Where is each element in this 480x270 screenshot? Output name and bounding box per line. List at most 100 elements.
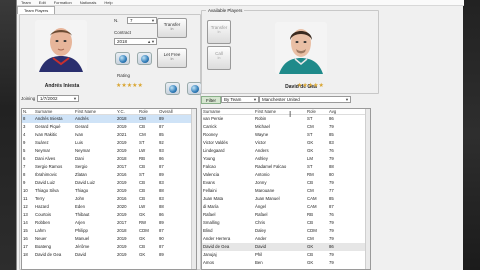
table-row[interactable]: 8 Andrés Iniesta Andrés 2018 CM 89 [22,115,196,123]
table-cell: CM [307,124,314,129]
filter-team-select[interactable]: Manchester United ▼ [259,96,351,103]
contract-select[interactable]: 2018 ▲▼ [114,38,157,45]
menu-edit[interactable]: Edit [39,0,46,5]
call-button-sub: In [217,56,221,60]
table-row[interactable]: Rafael Rafael RB 76 [202,211,370,219]
table-cell: 83 [159,180,164,185]
table-row[interactable]: Carrick Michael CM 79 [202,123,370,131]
left-action-button-1[interactable] [115,52,130,65]
table-row[interactable]: Blind Daley CDM 79 [202,227,370,235]
table-cell: CB [307,220,313,225]
table-cell: Ivan [75,132,84,137]
table-row[interactable]: Juan Mata Juan Manuel CAM 85 [202,195,370,203]
right-transfer-button[interactable]: Transfer In [207,20,231,44]
col-header-role[interactable]: Role [306,109,328,114]
table-cell: GK [307,140,314,145]
table-row[interactable]: 6 Dani Alves Dani 2018 RB 86 [22,155,196,163]
available-players-table[interactable]: Surname First Name Role Avg van Persie Ro… [201,108,371,270]
table-row[interactable]: Ander Herrera Ander CM 79 [202,235,370,243]
table-cell: Rafael [203,212,216,217]
col-header-role[interactable]: Role [138,109,158,114]
table-cell: Valencia [203,172,220,177]
table-cell: Robben [35,220,51,225]
table-row[interactable]: Valencia Antonio RM 80 [202,171,370,179]
table-row[interactable]: 10 Thiago Silva Thiago 2019 CB 88 [22,187,196,195]
col-header-surname[interactable]: Surname [34,109,74,114]
left-action-button-4[interactable] [187,82,202,95]
team-table-scrollbar[interactable] [191,109,196,269]
filter-label: Filter [201,96,221,104]
table-row[interactable]: 12 Hazard Eden 2020 LW 88 [22,203,196,211]
table-row[interactable]: Amos Ben GK 79 [202,259,370,267]
table-row[interactable]: 13 Courtois Thibaut 2019 GK 86 [22,211,196,219]
table-cell: 6 [23,156,26,161]
available-table-scrollbar[interactable] [365,109,370,269]
table-cell: 2019 [117,212,127,217]
menu-nationals[interactable]: Nationals [80,0,97,5]
player-photo-left [35,20,87,72]
joining-date-picker[interactable]: 1/7/2002 ▼ [37,95,79,102]
table-row[interactable]: 16 Neuer Manuel 2019 GK 90 [22,235,196,243]
table-row[interactable]: Rooney Wayne ST 85 [202,131,370,139]
table-cell: CAM [307,196,317,201]
table-row[interactable]: Fellaini Marouane CM 77 [202,187,370,195]
table-row[interactable]: Lindegaard Anders GK 76 [202,147,370,155]
table-cell: Sergio Ramos [35,164,63,169]
table-row[interactable]: Janujaj Phil CB 79 [202,251,370,259]
filter-by-select[interactable]: By Team ▼ [221,96,259,103]
number-select[interactable]: 7 ▼ [127,17,157,24]
table-row[interactable]: 14 Robben Arjen 2017 RW 89 [22,219,196,227]
table-cell: 2021 [117,132,127,137]
table-cell: CM [307,188,314,193]
table-row[interactable]: 15 Lahm Philipp 2018 CDM 87 [22,227,196,235]
transfer-button-sub: In [170,27,174,31]
rating-stars-left: ★★★★★ [116,83,143,89]
call-button[interactable]: Call In [207,46,231,70]
table-cell: LW [139,148,146,153]
table-row[interactable]: 7 Sergio Ramos Sergio 2017 CB 87 [22,163,196,171]
tab-team-players[interactable]: Team Players [17,6,56,14]
table-cell: 83 [159,196,164,201]
team-players-table[interactable]: N. Surname First Name Y.C. Role Overall … [21,108,197,270]
menu-formation[interactable]: Formation [54,0,72,5]
table-row[interactable]: Evans Jonny CB 79 [202,179,370,187]
col-header-contract[interactable]: Y.C. [116,109,138,114]
left-action-button-3[interactable] [165,82,180,95]
text-cursor-icon: I [289,110,292,119]
table-row[interactable]: di María Ángel CAM 87 [202,203,370,211]
transfer-button[interactable]: Transfer In [157,18,187,38]
col-header-first-name[interactable]: First Name [254,109,306,114]
table-cell: 12 [23,204,28,209]
table-row[interactable]: Smalling Chris CB 79 [202,219,370,227]
col-header-avg[interactable]: Avg [328,109,358,114]
table-row[interactable]: 9 Suárez Luis 2019 ST 92 [22,139,196,147]
table-row[interactable]: 8 Ibrahimovic Zlatan 2016 ST 89 [22,171,196,179]
table-row[interactable]: Falcao Radamel Falcao ST 88 [202,163,370,171]
table-row[interactable]: 11 Terry John 2016 CB 83 [22,195,196,203]
table-cell: Wayne [255,132,269,137]
table-cell: Courtois [35,212,52,217]
table-cell: 86 [329,244,334,249]
col-header-number[interactable]: N. [22,109,34,114]
table-row[interactable]: 5 Neymar Neymar 2019 LW 93 [22,147,196,155]
table-row[interactable]: Young Ashley LM 79 [202,155,370,163]
col-header-surname[interactable]: Surname [202,109,254,114]
table-row[interactable]: 4 Ivan Rakitic Ivan 2021 CM 85 [22,131,196,139]
left-action-button-2[interactable] [137,52,152,65]
table-row[interactable]: 9 David Luiz David Luiz 2019 CB 83 [22,179,196,187]
table-cell: Victor [255,140,266,145]
table-cell: ST [307,164,313,169]
menu-team[interactable]: Team [21,0,31,5]
col-header-first-name[interactable]: First Name [74,109,116,114]
table-row[interactable]: 17 Boateng Jérôme 2019 CB 87 [22,243,196,251]
table-cell: Boateng [35,244,52,249]
table-row[interactable]: van Persie Robin ST 86 [202,115,370,123]
let-free-button[interactable]: Let Free In [157,48,187,68]
col-header-overall[interactable]: Overall [158,109,188,114]
table-row[interactable]: 18 David de Gea David 2019 GK 89 [22,251,196,259]
table-row[interactable]: Victor Valdés Victor GK 83 [202,139,370,147]
menu-help[interactable]: Help [104,0,112,5]
table-row[interactable]: 3 Gerard Piqué Gerard 2019 CB 87 [22,123,196,131]
table-cell: 2019 [117,140,127,145]
table-row[interactable]: David de Gea David GK 86 [202,243,370,251]
